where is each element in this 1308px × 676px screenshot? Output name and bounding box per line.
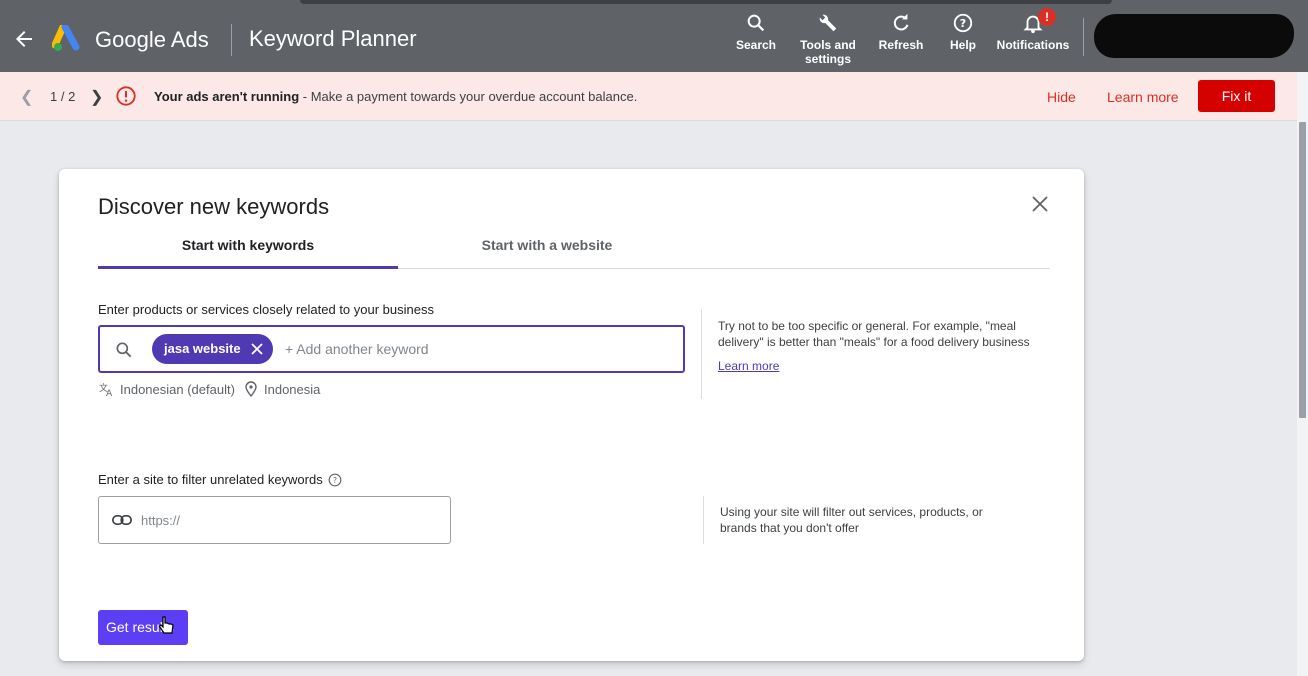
svg-text:A: A xyxy=(106,389,113,397)
help-icon: ? xyxy=(953,13,973,33)
help-button[interactable]: ? Help xyxy=(945,12,981,52)
error-icon xyxy=(116,86,136,106)
discover-keywords-dialog: Discover new keywords Start with keyword… xyxy=(59,169,1084,661)
svg-text:?: ? xyxy=(960,17,966,30)
tools-settings-label: Tools and settings xyxy=(800,38,856,66)
search-label: Search xyxy=(735,38,777,52)
active-tab-indicator xyxy=(98,266,398,269)
refresh-button[interactable]: Refresh xyxy=(876,12,926,52)
translate-icon: 文A xyxy=(99,382,113,397)
alert-message: Your ads aren't running - Make a payment… xyxy=(154,89,637,104)
tools-settings-button[interactable]: Tools and settings xyxy=(795,12,861,66)
keywords-label: Enter products or services closely relat… xyxy=(98,302,434,317)
site-hint: Using your site will filter out services… xyxy=(720,505,983,535)
brand-name: Google Ads xyxy=(95,27,209,52)
site-url-input[interactable]: https:// xyxy=(98,496,451,544)
help-label: Help xyxy=(949,38,976,52)
google-ads-logo-icon xyxy=(52,25,80,51)
notifications-label: Notifications xyxy=(996,38,1070,52)
remove-chip-icon[interactable] xyxy=(249,341,265,357)
link-icon xyxy=(112,515,132,525)
page-title: Keyword Planner xyxy=(249,26,417,51)
tab-start-with-keywords[interactable]: Start with keywords xyxy=(98,237,398,253)
learn-more-link[interactable]: Learn more xyxy=(1107,89,1179,105)
chevron-left-icon[interactable]: ❮ xyxy=(20,87,33,107)
language-selector[interactable]: 文A Indonesian (default) xyxy=(98,381,235,398)
search-button[interactable]: Search xyxy=(734,12,778,52)
close-icon[interactable] xyxy=(1031,195,1049,213)
location-pin-icon xyxy=(245,381,257,397)
scrollbar-thumb[interactable] xyxy=(1299,122,1306,418)
back-arrow-icon[interactable] xyxy=(12,27,36,51)
browser-strip xyxy=(300,0,1112,4)
alert-bar: ❮ 1 / 2 ❯ Your ads aren't running - Make… xyxy=(0,72,1297,121)
dialog-title: Discover new keywords xyxy=(98,194,330,219)
header-divider-right xyxy=(1083,18,1084,56)
hide-link[interactable]: Hide xyxy=(1047,89,1076,105)
alert-pager: 1 / 2 xyxy=(50,89,76,104)
header-divider xyxy=(231,24,232,56)
site-filter-label: Enter a site to filter unrelated keyword… xyxy=(98,472,342,487)
search-icon xyxy=(116,342,132,358)
refresh-label: Refresh xyxy=(878,38,924,52)
notifications-button[interactable]: ! Notifications xyxy=(993,8,1073,52)
keywords-hint: Try not to be too specific or general. F… xyxy=(718,318,1038,374)
account-avatar[interactable] xyxy=(1094,14,1294,58)
location-value: Indonesia xyxy=(264,381,321,397)
tab-start-with-website[interactable]: Start with a website xyxy=(397,237,697,253)
wrench-icon xyxy=(819,14,837,32)
location-selector[interactable]: Indonesia xyxy=(244,381,320,397)
scrollbar[interactable] xyxy=(1297,72,1308,676)
hint-divider xyxy=(701,309,702,399)
top-bar: Google Ads Keyword Planner Search Tools … xyxy=(0,0,1308,72)
search-icon xyxy=(747,14,765,32)
add-keyword-placeholder[interactable]: + Add another keyword xyxy=(285,341,429,357)
hand-cursor-icon xyxy=(158,616,174,634)
svg-text:?: ? xyxy=(333,475,337,484)
keywords-input[interactable]: jasa website + Add another keyword xyxy=(98,325,685,373)
refresh-icon xyxy=(893,13,909,31)
keyword-chip-label: jasa website xyxy=(164,341,241,356)
alert-title: Your ads aren't running xyxy=(154,89,300,104)
chevron-right-icon[interactable]: ❯ xyxy=(90,87,103,107)
site-url-placeholder: https:// xyxy=(141,513,181,528)
site-hint-divider xyxy=(703,496,704,544)
alert-detail: - Make a payment towards your overdue ac… xyxy=(299,89,638,104)
help-icon[interactable]: ? xyxy=(328,473,342,487)
site-filter-label-text: Enter a site to filter unrelated keyword… xyxy=(98,472,323,487)
keyword-chip: jasa website xyxy=(152,334,273,364)
notification-badge: ! xyxy=(1038,8,1056,26)
hint-learn-more-link[interactable]: Learn more xyxy=(718,358,779,374)
keywords-hint-text: Try not to be too specific or general. F… xyxy=(718,319,1030,349)
fix-it-button[interactable]: Fix it xyxy=(1198,80,1275,112)
language-value: Indonesian (default) xyxy=(120,381,235,397)
